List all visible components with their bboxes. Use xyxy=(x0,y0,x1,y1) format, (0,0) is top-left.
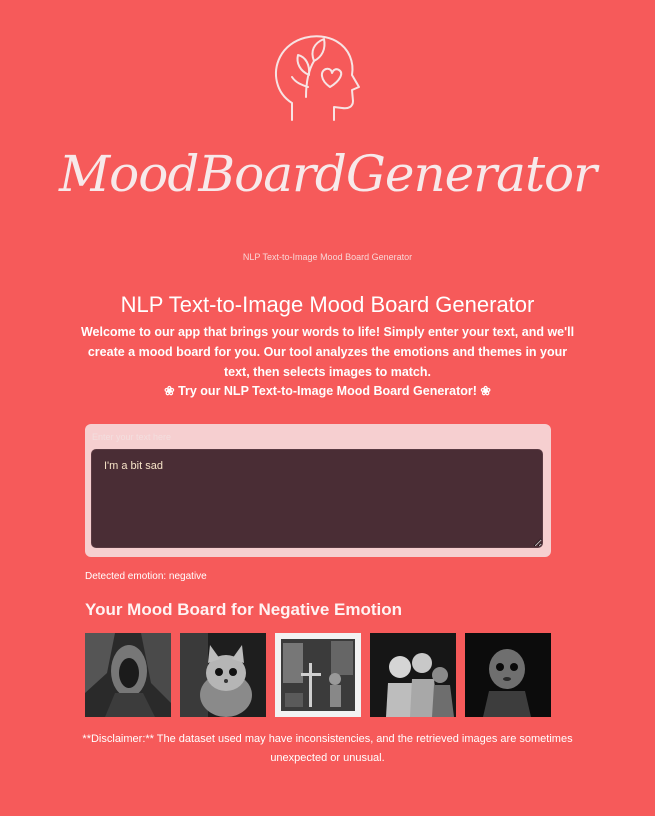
mood-image-street-photo xyxy=(275,633,361,717)
flower-icon: ❀ xyxy=(164,384,175,398)
text-input-card: Enter your text here I'm a bit sad xyxy=(85,424,551,557)
mood-board-title: Your Mood Board for Negative Emotion xyxy=(85,600,403,619)
head-with-leaves-and-heart-icon xyxy=(275,35,360,121)
flower-icon: ❀ xyxy=(480,384,491,398)
intro-text: Welcome to our app that brings your word… xyxy=(80,325,575,379)
try-line: ❀ Try our NLP Text-to-Image Mood Board G… xyxy=(0,383,655,398)
mood-image-hooded-figure xyxy=(85,633,171,717)
mood-image-cat xyxy=(180,633,266,717)
mood-image-doll xyxy=(465,633,551,717)
input-label: Enter your text here xyxy=(92,432,172,442)
text-input[interactable]: I'm a bit sad xyxy=(91,449,543,548)
detected-emotion: Detected emotion: negative xyxy=(85,571,207,582)
disclaimer: **Disclaimer:** The dataset used may hav… xyxy=(82,733,573,764)
tagline: NLP Text-to-Image Mood Board Generator xyxy=(242,252,413,262)
page-title: NLP Text-to-Image Mood Board Generator xyxy=(120,292,535,317)
brand-name: MoodBoardGenerator xyxy=(58,145,597,203)
mood-image-group-photo xyxy=(370,633,456,717)
try-text: Try our NLP Text-to-Image Mood Board Gen… xyxy=(178,384,477,398)
